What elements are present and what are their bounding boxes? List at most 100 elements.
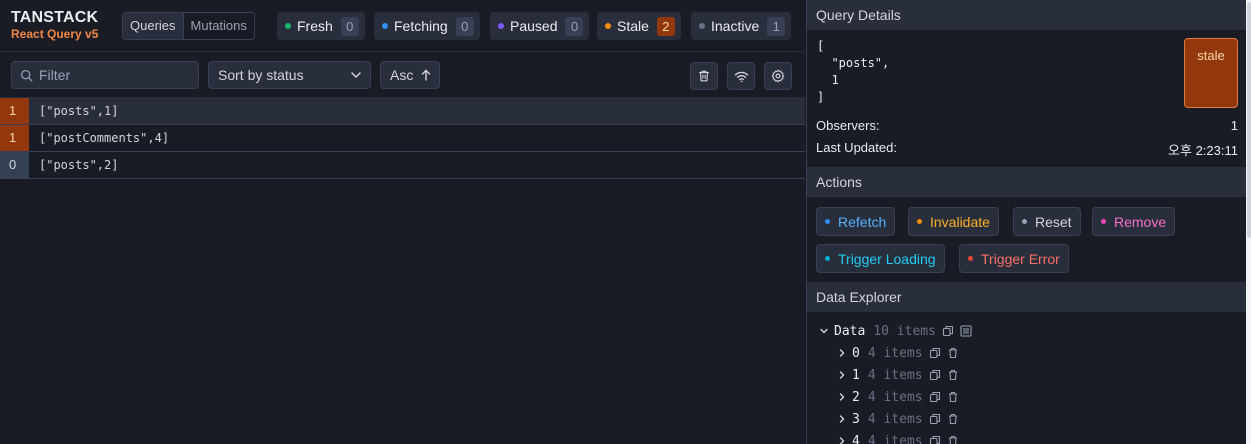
logo-subtitle: React Query v5 <box>11 27 99 41</box>
status-filter-fresh[interactable]: Fresh 0 <box>277 12 365 40</box>
last-updated-value: 오후 2:23:11 <box>1168 143 1238 158</box>
devtools-header: TANSTACK React Query v5 Queries Mutation… <box>0 0 805 52</box>
status-filter-inactive[interactable]: Inactive 1 <box>691 12 792 40</box>
status-label: Fetching <box>394 18 448 34</box>
status-label: Paused <box>510 18 558 34</box>
scrollbar-thumb[interactable] <box>1247 2 1251 238</box>
tanstack-logo[interactable]: TANSTACK React Query v5 <box>11 9 98 41</box>
query-key: ["postComments",4] <box>39 131 170 145</box>
copy-icon[interactable] <box>942 325 954 337</box>
reset-button[interactable]: Reset <box>1013 207 1081 236</box>
query-details-heading: Query Details <box>807 0 1247 30</box>
explorer-node-meta: 4 items <box>867 367 923 383</box>
refetch-dot-icon <box>825 219 830 224</box>
chevron-down-icon <box>351 72 361 78</box>
chevron-right-icon <box>839 349 845 357</box>
explorer-child-node[interactable]: 3 4 items <box>838 409 959 429</box>
explorer-node-meta: 4 items <box>867 411 923 427</box>
queries-panel: TANSTACK React Query v5 Queries Mutation… <box>0 0 805 444</box>
invalidate-dot-icon <box>917 219 922 224</box>
status-count: 0 <box>565 16 584 36</box>
copy-icon[interactable] <box>929 413 941 425</box>
tab-mutations[interactable]: Mutations <box>183 13 254 39</box>
list-icon[interactable] <box>960 325 972 337</box>
status-count: 0 <box>455 16 474 36</box>
fetching-dot-icon <box>382 23 388 29</box>
trash-icon[interactable] <box>947 413 959 425</box>
refetch-button[interactable]: Refetch <box>816 207 896 236</box>
query-row[interactable]: 1 ["postComments",4] <box>0 125 805 152</box>
action-label: Remove <box>1114 213 1167 230</box>
trash-icon[interactable] <box>947 435 959 444</box>
copy-icon[interactable] <box>929 347 941 359</box>
query-row[interactable]: 1 ["posts",1] <box>0 98 805 125</box>
filter-input[interactable] <box>39 67 189 83</box>
observers-value: 1 <box>1230 118 1238 133</box>
copy-icon[interactable] <box>929 391 941 403</box>
status-filter-stale[interactable]: Stale 2 <box>597 12 681 40</box>
chevron-down-icon <box>820 328 828 334</box>
explorer-node-label: 2 <box>852 389 860 405</box>
stale-dot-icon <box>605 23 611 29</box>
action-label: Trigger Loading <box>838 250 936 267</box>
trigger-loading-button[interactable]: Trigger Loading <box>816 244 945 273</box>
trash-icon <box>699 70 709 82</box>
fresh-dot-icon <box>285 23 291 29</box>
observers-row: Observers: 1 <box>816 118 1238 133</box>
trigger-error-dot-icon <box>968 256 973 261</box>
status-label: Fresh <box>297 18 333 34</box>
remove-button[interactable]: Remove <box>1092 207 1176 236</box>
trash-icon[interactable] <box>947 391 959 403</box>
filter-box[interactable] <box>11 61 199 89</box>
explorer-child-node[interactable]: 2 4 items <box>838 387 959 407</box>
query-key-json: [ "posts", 1 ] <box>817 39 890 104</box>
chevron-right-icon <box>839 371 845 379</box>
explorer-node-label: 0 <box>852 345 860 361</box>
mock-offline-button[interactable] <box>727 62 755 90</box>
chevron-right-icon <box>839 437 845 444</box>
chevron-right-icon <box>839 415 845 423</box>
tab-queries[interactable]: Queries <box>123 13 184 39</box>
gear-icon <box>771 69 785 83</box>
trigger-loading-dot-icon <box>825 256 830 261</box>
explorer-node-meta: 4 items <box>867 389 923 405</box>
status-count: 0 <box>340 16 359 36</box>
trigger-error-button[interactable]: Trigger Error <box>959 244 1069 273</box>
scrollbar-track[interactable] <box>1246 0 1251 444</box>
actions-heading: Actions <box>807 167 1247 197</box>
explorer-node-label: 1 <box>852 367 860 383</box>
explorer-node-label: 4 <box>852 433 860 444</box>
copy-icon[interactable] <box>929 369 941 381</box>
trash-icon[interactable] <box>947 369 959 381</box>
query-observer-count: 1 <box>0 125 29 151</box>
clear-cache-button[interactable] <box>690 62 718 90</box>
status-filter-fetching[interactable]: Fetching 0 <box>374 12 480 40</box>
data-explorer-heading: Data Explorer <box>807 282 1247 312</box>
status-count: 1 <box>767 16 786 36</box>
action-label: Refetch <box>838 213 887 230</box>
explorer-child-node[interactable]: 0 4 items <box>838 343 959 363</box>
settings-button[interactable] <box>764 62 792 90</box>
arrow-up-icon <box>421 69 431 81</box>
invalidate-button[interactable]: Invalidate <box>908 207 999 236</box>
query-list: 1 ["posts",1] 1 ["postComments",4] 0 ["p… <box>0 98 805 179</box>
query-key: ["posts",1] <box>39 104 119 118</box>
explorer-root-node[interactable]: Data 10 items <box>819 321 972 341</box>
query-row[interactable]: 0 ["posts",2] <box>0 152 805 179</box>
copy-icon[interactable] <box>929 435 941 444</box>
remove-dot-icon <box>1101 219 1106 224</box>
query-observer-count: 1 <box>0 98 29 124</box>
sort-order-button[interactable]: Asc <box>380 61 440 89</box>
explorer-child-node[interactable]: 4 4 items <box>838 431 959 444</box>
status-filter-paused[interactable]: Paused 0 <box>490 12 590 40</box>
chevron-right-icon <box>839 393 845 401</box>
inactive-dot-icon <box>699 23 705 29</box>
query-status-badge: stale <box>1184 38 1238 108</box>
explorer-child-node[interactable]: 1 4 items <box>838 365 959 385</box>
explorer-node-label: 3 <box>852 411 860 427</box>
explorer-node-meta: 4 items <box>867 345 923 361</box>
trash-icon[interactable] <box>947 347 959 359</box>
search-icon <box>20 69 33 81</box>
logo-title: TANSTACK <box>11 9 99 26</box>
sort-select[interactable]: Sort by status <box>208 61 371 89</box>
